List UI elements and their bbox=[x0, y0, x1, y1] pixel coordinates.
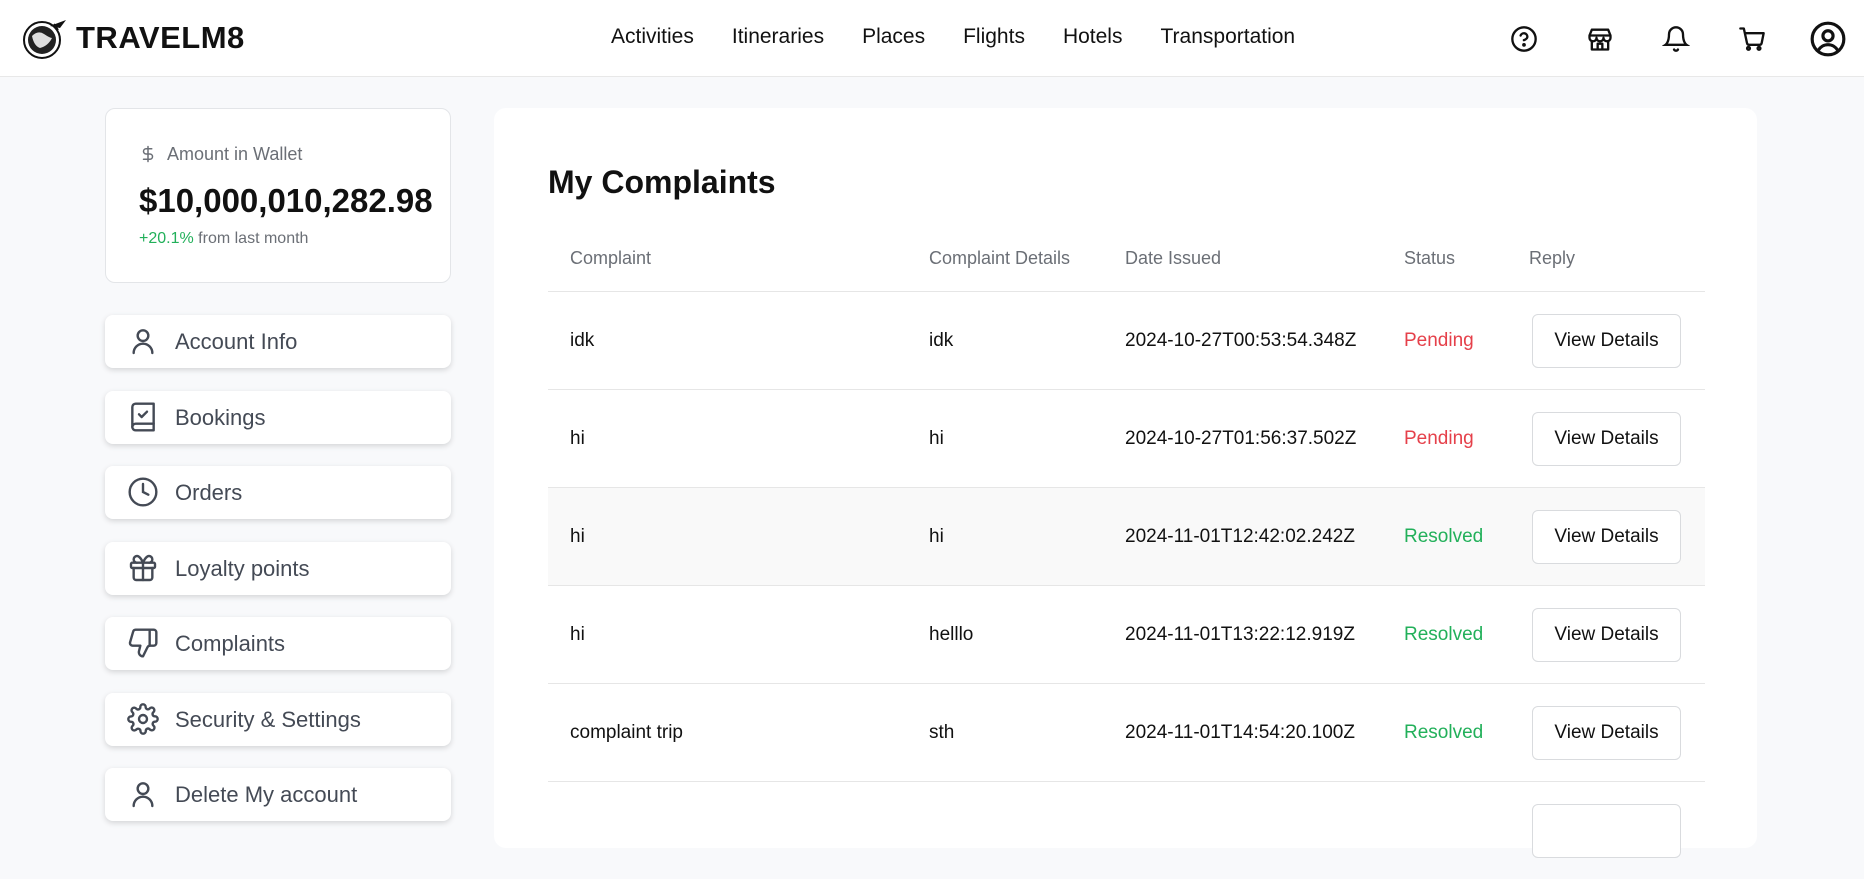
user-icon bbox=[132, 782, 154, 808]
details-cell: helllo bbox=[929, 624, 974, 645]
sidebar-item-loyalty-points[interactable]: Loyalty points bbox=[105, 542, 451, 595]
page-title: My Complaints bbox=[548, 164, 776, 200]
store-icon[interactable] bbox=[1580, 19, 1620, 59]
view-details-button[interactable]: View Details bbox=[1532, 706, 1681, 760]
sidebar-item-account-info[interactable]: Account Info bbox=[105, 315, 451, 368]
status-badge: Pending bbox=[1404, 330, 1474, 351]
table-row: idk idk 2024-10-27T00:53:54.348Z Pending… bbox=[548, 291, 1705, 389]
sidebar-item-orders[interactable]: Orders bbox=[105, 466, 451, 519]
sidebar-item-label: Security & Settings bbox=[175, 707, 361, 732]
date-cell: 2024-10-27T00:53:54.348Z bbox=[1125, 330, 1357, 351]
column-header-reply: Reply bbox=[1529, 248, 1576, 268]
top-navbar: TRAVELM8 Activities Itineraries Places F… bbox=[0, 0, 1864, 77]
details-cell: idk bbox=[929, 330, 954, 351]
top-icon-bar bbox=[1504, 19, 1864, 59]
date-cell: 2024-10-27T01:56:37.502Z bbox=[1125, 428, 1357, 449]
date-cell: 2024-11-01T12:42:02.242Z bbox=[1125, 526, 1355, 547]
complaint-cell: hi bbox=[570, 428, 585, 449]
bell-icon[interactable] bbox=[1656, 19, 1696, 59]
cart-icon[interactable] bbox=[1732, 19, 1772, 59]
wallet-card: Amount in Wallet $10,000,010,282.98 +20.… bbox=[105, 108, 451, 283]
date-cell: 2024-11-01T13:22:12.919Z bbox=[1125, 624, 1355, 645]
wallet-change-text: from last month bbox=[198, 230, 309, 247]
details-cell: hi bbox=[929, 526, 944, 547]
complaints-panel: My Complaints Complaint Complaint Detail… bbox=[494, 108, 1757, 858]
details-cell: sth bbox=[929, 722, 955, 743]
view-details-button[interactable]: View Details bbox=[1532, 510, 1681, 564]
gift-icon bbox=[129, 554, 157, 582]
status-badge: Resolved bbox=[1404, 624, 1484, 645]
clock-icon bbox=[128, 477, 158, 507]
help-icon[interactable] bbox=[1504, 19, 1544, 59]
column-header-status: Status bbox=[1404, 248, 1456, 268]
nav-activities[interactable]: Activities bbox=[611, 25, 694, 49]
view-details-button[interactable]: View Details bbox=[1532, 412, 1681, 466]
column-header-date: Date Issued bbox=[1125, 248, 1222, 268]
wallet-change-percent: +20.1% bbox=[139, 230, 194, 247]
status-badge: Resolved bbox=[1404, 722, 1484, 743]
sidebar-item-label: Loyalty points bbox=[175, 556, 310, 581]
sidebar-item-label: Orders bbox=[175, 480, 243, 505]
complaint-cell: idk bbox=[570, 330, 595, 351]
column-header-complaint: Complaint bbox=[570, 248, 652, 268]
wallet-amount: $10,000,010,282.98 bbox=[139, 182, 433, 219]
nav-flights[interactable]: Flights bbox=[963, 25, 1025, 49]
nav-itineraries[interactable]: Itineraries bbox=[732, 25, 824, 49]
complaint-cell: complaint trip bbox=[570, 722, 683, 743]
wallet-change: +20.1% from last month bbox=[139, 230, 308, 248]
status-badge: Resolved bbox=[1404, 526, 1484, 547]
sidebar-item-bookings[interactable]: Bookings bbox=[105, 391, 451, 444]
status-badge: Pending bbox=[1404, 428, 1474, 449]
wallet-label: Amount in Wallet bbox=[139, 143, 302, 165]
table-row bbox=[548, 781, 1705, 879]
table-row: hi hi 2024-10-27T01:56:37.502Z Pending V… bbox=[548, 389, 1705, 487]
main-nav: Activities Itineraries Places Flights Ho… bbox=[611, 25, 1295, 49]
sidebar-item-label: Account Info bbox=[175, 329, 298, 354]
table-row: complaint trip sth 2024-11-01T14:54:20.1… bbox=[548, 683, 1705, 781]
sidebar-item-delete-account[interactable]: Delete My account bbox=[105, 768, 451, 821]
user-icon bbox=[132, 329, 154, 355]
book-check-icon bbox=[131, 402, 155, 432]
view-details-button[interactable]: View Details bbox=[1532, 608, 1681, 662]
profile-icon[interactable] bbox=[1808, 19, 1848, 59]
table-row: hi hi 2024-11-01T12:42:02.242Z Resolved … bbox=[548, 487, 1705, 585]
complaint-cell: hi bbox=[570, 624, 585, 645]
sidebar-item-security-settings[interactable]: Security & Settings bbox=[105, 693, 451, 746]
nav-transportation[interactable]: Transportation bbox=[1160, 25, 1295, 49]
complaint-cell: hi bbox=[570, 526, 585, 547]
sidebar-item-complaints[interactable]: Complaints bbox=[105, 617, 451, 670]
sidebar-item-label: Bookings bbox=[175, 405, 266, 430]
table-row: hi helllo 2024-11-01T13:22:12.919Z Resol… bbox=[548, 585, 1705, 683]
details-cell: hi bbox=[929, 428, 944, 449]
sidebar-item-label: Complaints bbox=[175, 631, 286, 656]
brand-name: TRAVELM8 bbox=[76, 20, 245, 55]
column-header-details: Complaint Details bbox=[929, 248, 1071, 268]
date-cell: 2024-11-01T14:54:20.100Z bbox=[1125, 722, 1355, 743]
wallet-label-text: Amount in Wallet bbox=[167, 143, 303, 164]
gear-icon bbox=[127, 703, 159, 735]
sidebar-item-label: Delete My account bbox=[175, 782, 358, 807]
view-details-button[interactable]: View Details bbox=[1532, 314, 1681, 368]
brand-logo[interactable]: TRAVELM8 bbox=[20, 16, 245, 60]
globe-plane-logo-icon bbox=[23, 20, 66, 59]
dollar-icon bbox=[142, 145, 154, 163]
view-details-button[interactable] bbox=[1532, 804, 1681, 858]
nav-hotels[interactable]: Hotels bbox=[1063, 25, 1123, 49]
thumbs-down-icon bbox=[128, 628, 158, 658]
nav-places[interactable]: Places bbox=[862, 25, 925, 49]
